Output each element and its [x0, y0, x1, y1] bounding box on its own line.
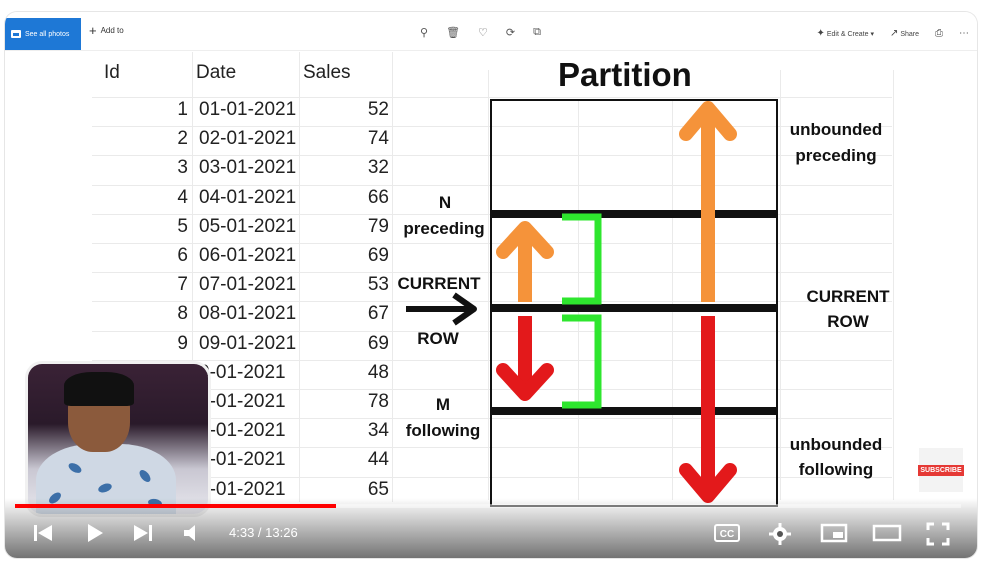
preceding-label: preceding	[403, 219, 485, 238]
subscribe-badge[interactable]: SUBSCRIBE	[918, 448, 964, 492]
progress-fill	[15, 504, 336, 508]
preceding-bracket	[562, 213, 602, 305]
unbounded-following-line1: unbounded	[789, 435, 883, 454]
partition-title: Partition	[558, 56, 692, 93]
cc-icon[interactable]: CC	[714, 524, 740, 542]
unbounded-following-line2: following	[798, 460, 874, 479]
time-display: 4:33 / 13:26	[229, 525, 298, 540]
theater-icon[interactable]	[872, 522, 902, 544]
n-label: N	[438, 193, 452, 212]
progress-bar[interactable]	[15, 504, 961, 508]
play-icon[interactable]	[84, 522, 106, 544]
following-bracket	[562, 314, 602, 409]
miniplayer-icon[interactable]	[820, 522, 848, 544]
subscribe-label: SUBSCRIBE	[918, 464, 964, 476]
current-row-line2: ROW	[827, 312, 869, 331]
webcam-overlay	[28, 364, 208, 514]
current-row-line1: CURRENT	[806, 287, 890, 306]
following-label: following	[405, 421, 481, 440]
m-label: M	[435, 395, 451, 414]
presenter-hair	[64, 372, 134, 406]
unbounded-preceding-line2: preceding	[795, 146, 877, 165]
row-label: ROW	[417, 329, 459, 348]
settings-icon[interactable]	[768, 522, 792, 546]
fullscreen-icon[interactable]	[926, 522, 950, 546]
skip-back-icon[interactable]	[32, 522, 54, 544]
volume-icon[interactable]	[182, 522, 204, 544]
unbounded-preceding-line1: unbounded	[789, 120, 883, 139]
current-label: CURRENT	[397, 274, 481, 293]
skip-next-icon[interactable]	[132, 522, 154, 544]
partition-box	[490, 99, 778, 507]
